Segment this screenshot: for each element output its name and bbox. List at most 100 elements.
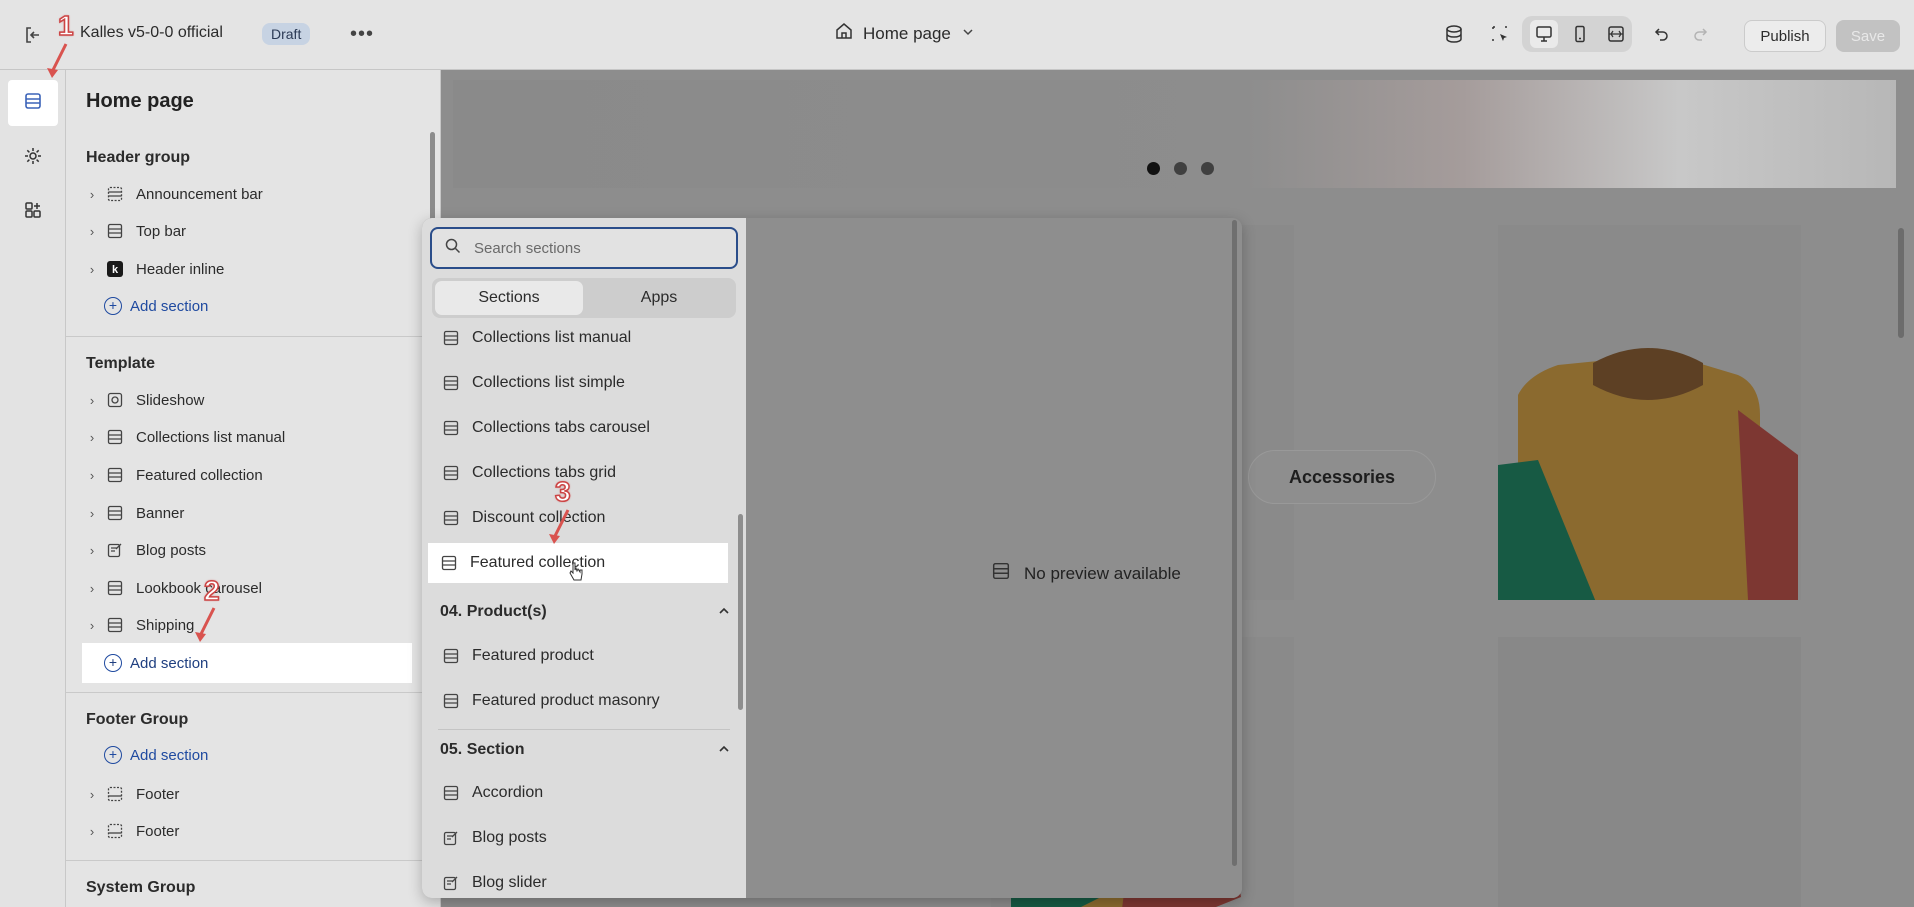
chevron-right-icon[interactable]: › xyxy=(82,824,102,839)
add-circle-icon: + xyxy=(104,654,122,672)
section-option[interactable]: Accordion xyxy=(430,773,730,813)
section-icon xyxy=(992,562,1010,585)
gear-icon xyxy=(23,146,43,170)
exit-icon[interactable] xyxy=(22,24,44,46)
sections-icon xyxy=(23,91,43,115)
section-icon xyxy=(102,467,128,483)
chevron-right-icon[interactable]: › xyxy=(82,262,102,277)
footer-icon xyxy=(102,823,128,839)
section-option[interactable]: Blog posts xyxy=(430,818,730,858)
chevron-right-icon[interactable]: › xyxy=(82,468,102,483)
section-option[interactable]: Collections list simple xyxy=(430,363,730,403)
desktop-view-icon[interactable] xyxy=(1530,20,1558,48)
section-preview-pane xyxy=(746,218,1242,898)
section-option[interactable]: Discount collection xyxy=(430,498,730,538)
section-option[interactable]: Blog slider xyxy=(430,863,730,898)
chevron-right-icon[interactable]: › xyxy=(82,224,102,239)
collection-card xyxy=(1498,225,1801,600)
blog-icon xyxy=(440,875,462,891)
slide-dot[interactable] xyxy=(1174,162,1187,175)
category-section-header[interactable]: 05. Section xyxy=(440,738,730,762)
redo-icon[interactable] xyxy=(1686,20,1714,48)
tree-item-label: Footer xyxy=(136,822,180,840)
tree-item-shipping[interactable]: › Shipping xyxy=(82,610,412,640)
publish-button[interactable]: Publish xyxy=(1744,20,1826,52)
add-section-label: Add section xyxy=(130,654,209,672)
divider xyxy=(66,692,440,693)
more-options-button[interactable]: ••• xyxy=(350,23,374,46)
tree-item-lookbook-carousel[interactable]: › Lookbook carousel xyxy=(82,573,412,603)
tree-item-label: Slideshow xyxy=(136,391,205,409)
slide-dot[interactable] xyxy=(1147,162,1160,175)
picker-scrollbar[interactable] xyxy=(738,514,743,710)
search-field[interactable] xyxy=(430,227,738,269)
collection-label-pill[interactable]: Accessories xyxy=(1248,450,1436,504)
tree-item-top-bar[interactable]: › Top bar xyxy=(82,216,412,246)
fullwidth-view-icon[interactable] xyxy=(1602,20,1630,48)
preview-pane-scrollbar[interactable] xyxy=(1232,220,1237,866)
tree-item-footer[interactable]: › Footer xyxy=(82,779,412,809)
section-option[interactable]: Collections tabs grid xyxy=(430,453,730,493)
tree-item-announcement-bar[interactable]: › Announcement bar xyxy=(82,179,412,209)
tree-item-banner[interactable]: › Banner xyxy=(82,498,412,528)
icon-rail xyxy=(0,70,66,907)
add-section-label: Add section xyxy=(130,297,209,315)
inspector-icon[interactable] xyxy=(1486,20,1514,48)
tree-item-featured-collection[interactable]: › Featured collection xyxy=(82,460,412,490)
sections-panel: Home page Header group › Announcement ba… xyxy=(66,70,441,907)
tree-item-label: Footer xyxy=(136,785,180,803)
section-option[interactable]: Collections tabs carousel xyxy=(430,408,730,448)
annotation-arrow-icon xyxy=(195,607,216,642)
section-icon xyxy=(440,375,462,391)
search-input[interactable] xyxy=(474,239,714,257)
collection-card xyxy=(1498,637,1801,907)
mobile-view-icon[interactable] xyxy=(1566,20,1594,48)
status-badge: Draft xyxy=(262,23,311,45)
database-icon[interactable] xyxy=(1440,20,1468,48)
tab-sections[interactable]: Sections xyxy=(435,281,583,315)
chevron-right-icon[interactable]: › xyxy=(82,430,102,445)
apps-rail-button[interactable] xyxy=(10,190,56,234)
chevron-right-icon[interactable]: › xyxy=(82,187,102,202)
preview-scrollbar[interactable] xyxy=(1898,228,1904,338)
tree-item-footer[interactable]: › Footer xyxy=(82,816,412,846)
theme-settings-rail-button[interactable] xyxy=(10,136,56,180)
tree-item-collections-list-manual[interactable]: › Collections list manual xyxy=(82,422,412,452)
section-option-label: Featured collection xyxy=(470,554,606,571)
save-button[interactable]: Save xyxy=(1836,20,1900,52)
chevron-right-icon[interactable]: › xyxy=(82,506,102,521)
tree-item-blog-posts[interactable]: › Blog posts xyxy=(82,535,412,565)
undo-icon[interactable] xyxy=(1648,20,1676,48)
tree-item-label: Shipping xyxy=(136,616,195,634)
sections-rail-button[interactable] xyxy=(8,80,58,126)
section-option-label: Featured product masonry xyxy=(472,692,660,709)
store-name: Kalles v5-0-0 official xyxy=(80,24,223,41)
section-option[interactable]: Collections list manual xyxy=(430,318,730,358)
tree-item-label: Top bar xyxy=(136,222,187,240)
template-group-title: Template xyxy=(86,355,156,372)
tree-item-slideshow[interactable]: › Slideshow xyxy=(82,385,412,415)
template-add-section-button[interactable]: + Add section xyxy=(82,643,412,683)
section-option-label: Blog slider xyxy=(472,874,547,891)
clothing-image xyxy=(1498,225,1801,600)
section-icon xyxy=(440,465,462,481)
page-selector[interactable]: Home page xyxy=(835,22,975,45)
tab-apps[interactable]: Apps xyxy=(585,281,733,315)
section-option[interactable]: Featured product xyxy=(430,636,730,676)
section-icon xyxy=(102,617,128,633)
slide-dot[interactable] xyxy=(1201,162,1214,175)
section-option[interactable]: Featured product masonry xyxy=(430,681,730,721)
section-option-label: Blog posts xyxy=(472,829,547,846)
tree-item-header-inline[interactable]: › k Header inline xyxy=(82,254,412,284)
chevron-right-icon[interactable]: › xyxy=(82,543,102,558)
section-icon xyxy=(440,420,462,436)
chevron-right-icon[interactable]: › xyxy=(82,393,102,408)
chevron-right-icon[interactable]: › xyxy=(82,787,102,802)
footer-add-section-button[interactable]: + Add section xyxy=(82,740,412,770)
category-products-header[interactable]: 04. Product(s) xyxy=(440,600,730,624)
section-icon xyxy=(102,429,128,445)
chevron-right-icon[interactable]: › xyxy=(82,618,102,633)
chevron-right-icon[interactable]: › xyxy=(82,581,102,596)
hand-cursor-icon xyxy=(569,562,583,581)
header-add-section-button[interactable]: + Add section xyxy=(82,291,412,321)
